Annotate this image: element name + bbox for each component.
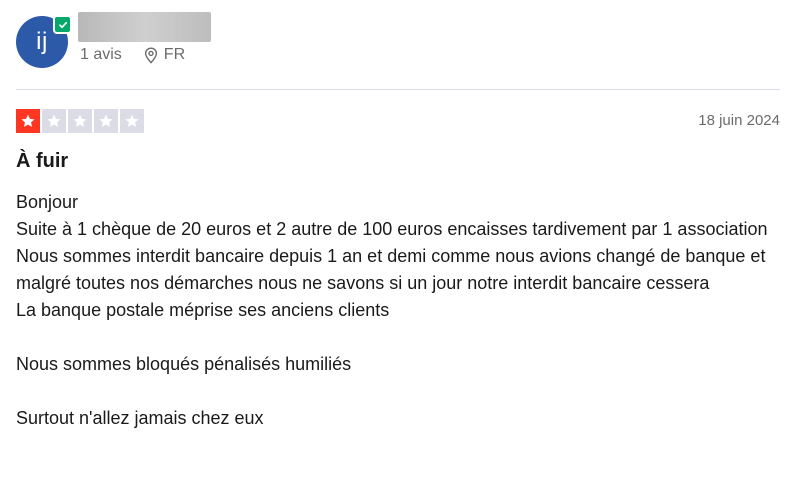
star-icon-5 <box>120 109 144 133</box>
review-title[interactable]: À fuir <box>16 150 68 173</box>
location-pin-icon <box>144 46 157 64</box>
review-date: 18 juin 2024 <box>698 112 780 129</box>
review-body-line: Surtout n'allez jamais chez eux <box>16 408 264 428</box>
review-body-line: La banque postale méprise ses anciens cl… <box>16 300 390 320</box>
review-body-line: Suite à 1 chèque de 20 euros et 2 autre … <box>16 219 768 239</box>
reviewer-header: ij 1 avis FR <box>16 12 786 72</box>
reviewer-location: FR <box>144 46 185 64</box>
review-body: Bonjour Suite à 1 chèque de 20 euros et … <box>16 189 786 432</box>
divider <box>16 89 780 90</box>
star-icon-2 <box>42 109 66 133</box>
star-icon-4 <box>94 109 118 133</box>
reviewer-name-redacted[interactable] <box>78 12 211 42</box>
star-icon-3 <box>68 109 92 133</box>
review-body-line: Nous sommes bloqués pénalisés humiliés <box>16 354 352 374</box>
avatar-initials: ij <box>36 28 48 55</box>
verified-check-icon <box>53 15 72 34</box>
review-count: 1 avis <box>80 46 122 63</box>
review-body-line: Bonjour <box>16 192 79 212</box>
star-icon-1 <box>16 109 40 133</box>
review-body-line: Nous sommes interdit bancaire depuis 1 a… <box>16 246 766 293</box>
star-rating <box>16 109 146 133</box>
reviewer-meta: 1 avis FR <box>80 46 185 64</box>
country-code: FR <box>163 46 186 63</box>
